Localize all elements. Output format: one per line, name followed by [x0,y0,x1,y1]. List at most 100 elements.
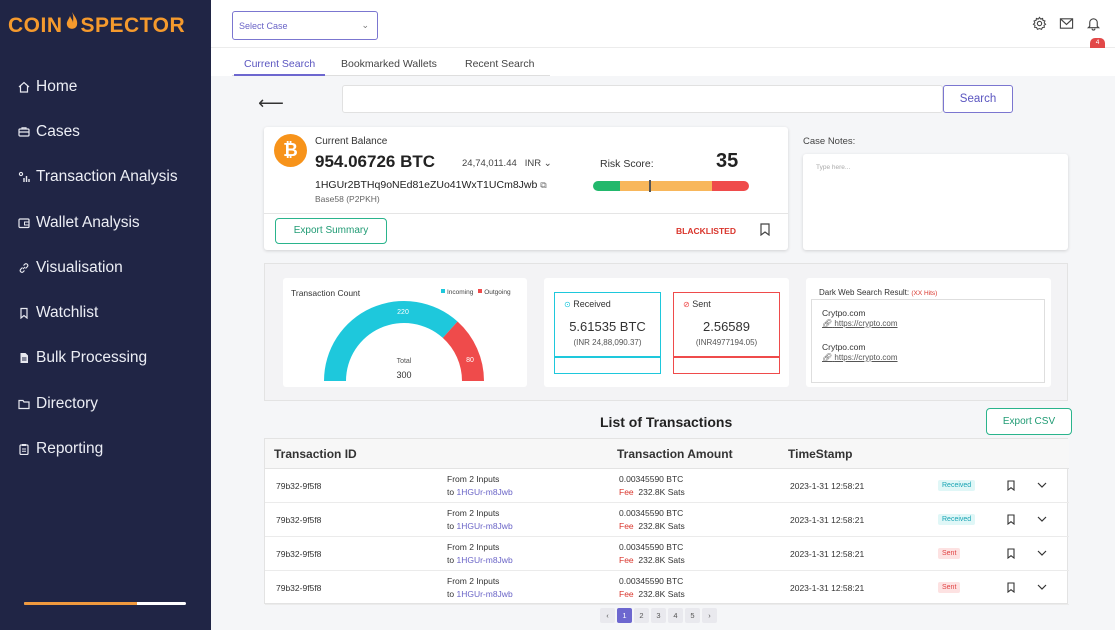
tab-bookmarked-wallets[interactable]: Bookmarked Wallets [341,58,437,74]
transaction-id[interactable]: 79b32-9f5f8 [276,481,321,491]
tab-current-search[interactable]: Current Search [234,58,326,76]
gauge-arc-incoming [324,301,458,381]
search-input[interactable] [342,85,943,113]
transaction-to-address[interactable]: 1HGUr-m8Jwb [456,487,512,497]
to-label: to [447,589,455,599]
dark-web-hits: (XX Hits) [911,290,938,297]
table-row[interactable]: 79b32-9f5f8 From 2 Inputs to 1HGUr-m8Jwb 0.… [265,469,1069,503]
bookmark-icon[interactable] [1007,548,1015,559]
table-row[interactable]: 79b32-9f5f8 From 2 Inputs to 1HGUr-m8Jwb 0.… [265,503,1069,537]
wallet-icon [17,216,30,229]
balance-inr[interactable]: 24,74,011.44 INR ⌄ [462,158,552,169]
pagination-prev-button[interactable]: ‹ [600,608,615,623]
incoming-legend-dot [441,289,445,293]
sidebar-item-home[interactable]: Home [0,64,211,109]
dark-web-result-name: Crytpo.com [822,308,866,318]
sidebar-item-watchlist[interactable]: Watchlist [0,290,211,335]
sidebar-item-label: Bulk Processing [36,349,148,367]
transaction-to-address[interactable]: 1HGUr-m8Jwb [456,521,512,531]
fee-value: 232.8K Sats [638,555,685,565]
transaction-count-legend: Incoming Outgoing [441,289,511,296]
received-header: ⊙ Received [564,299,611,309]
bookmark-icon[interactable] [760,223,770,236]
table-row[interactable]: 79b32-9f5f8 From 2 Inputs to 1HGUr-m8Jwb 0.… [265,537,1069,571]
case-notes-label: Case Notes: [803,136,856,147]
transaction-to-address[interactable]: 1HGUr-m8Jwb [456,555,512,565]
transaction-inputs: From 2 Inputs [447,542,500,552]
received-box: ⊙ Received 5.61535 BTC (INR 24,88,090.37… [554,292,661,374]
chevron-down-icon[interactable] [1037,515,1047,523]
link-icon: 🔗︎ [822,353,833,362]
tab-recent-search[interactable]: Recent Search [465,58,534,74]
chevron-down-icon[interactable] [1037,583,1047,591]
received-underline [555,356,660,358]
transaction-id[interactable]: 79b32-9f5f8 [276,549,321,559]
sidebar-nav: Home Cases Transaction Analysis Wallet A… [0,64,211,472]
sidebar-item-cases[interactable]: Cases [0,109,211,154]
bookmark-icon[interactable] [1007,582,1015,593]
pagination-page-3[interactable]: 3 [651,608,666,623]
sidebar-item-transaction-analysis[interactable]: Transaction Analysis [0,155,211,200]
sidebar-item-bulk-processing[interactable]: Bulk Processing [0,336,211,381]
transaction-id[interactable]: 79b32-9f5f8 [276,583,321,593]
balance-card: ₿ Current Balance 954.06726 BTC 24,74,01… [264,127,788,250]
balance-label: Current Balance [315,136,388,147]
dark-web-result-link[interactable]: 🔗︎ https://crypto.com [822,353,898,362]
risk-score-bar [593,181,749,191]
chevron-down-icon[interactable] [1037,481,1047,489]
sidebar-item-label: Transaction Analysis [36,168,178,186]
card-divider [264,213,788,214]
risk-segment-high [712,181,749,191]
bitcoin-icon: ₿ [274,134,307,167]
pagination-page-4[interactable]: 4 [668,608,683,623]
risk-segment-medium [620,181,712,191]
risk-score-marker [649,180,651,192]
back-arrow-icon[interactable]: ⟵ [258,93,284,114]
mail-icon[interactable] [1059,16,1074,31]
export-csv-button[interactable]: Export CSV [986,408,1072,435]
to-label: to [447,521,455,531]
dark-web-results: Crytpo.com 🔗︎ https://crypto.com Crytpo.… [811,299,1045,383]
table-row[interactable]: 79b32-9f5f8 From 2 Inputs to 1HGUr-m8Jwb 0.… [265,571,1069,605]
transaction-inputs: From 2 Inputs [447,474,500,484]
sidebar-progress-bar [24,602,186,605]
transaction-amount: 0.00345590 BTC [619,542,684,552]
transaction-to-address[interactable]: 1HGUr-m8Jwb [456,589,512,599]
pagination-next-button[interactable]: › [702,608,717,623]
gear-icon[interactable] [1032,16,1047,31]
folder-icon [17,397,30,410]
pagination-page-1[interactable]: 1 [617,608,632,623]
pagination-page-5[interactable]: 5 [685,608,700,623]
flame-icon [66,12,77,29]
sidebar-item-reporting[interactable]: Reporting [0,426,211,471]
received-icon: ⊙ [564,300,571,309]
bell-icon[interactable]: 4 [1086,16,1105,53]
bookmark-icon[interactable] [1007,514,1015,525]
transaction-id[interactable]: 79b32-9f5f8 [276,515,321,525]
topbar: Select Case ⌄ 4 [211,0,1115,53]
sidebar-item-wallet-analysis[interactable]: Wallet Analysis [0,200,211,245]
currency-select[interactable]: INR [525,158,541,169]
dark-web-result-link[interactable]: 🔗︎ https://crypto.com [822,319,898,328]
sidebar-item-label: Visualisation [36,258,123,276]
sidebar-item-directory[interactable]: Directory [0,381,211,426]
received-btc: 5.61535 BTC [569,319,646,334]
case-notes-textarea[interactable]: Type here... [803,154,1068,250]
transaction-to: to 1HGUr-m8Jwb [447,521,513,531]
sidebar-item-label: Directory [36,394,99,412]
address-type: Base58 (P2PKH) [315,194,380,204]
dark-web-result-url: https://crypto.com [834,353,898,362]
app-logo[interactable]: COIN SPECTOR [8,12,185,38]
gauge-total-label: Total [397,358,412,365]
bookmark-icon[interactable] [1007,480,1015,491]
pagination-page-2[interactable]: 2 [634,608,649,623]
sidebar-progress-fill [24,602,138,605]
export-summary-button[interactable]: Export Summary [275,218,387,244]
chevron-down-icon[interactable] [1037,549,1047,557]
copy-icon[interactable]: ⧉ [540,180,546,190]
search-button[interactable]: Search [943,85,1013,113]
gauge-total-value: 300 [396,370,411,380]
transaction-inputs: From 2 Inputs [447,576,500,586]
sidebar-item-visualisation[interactable]: Visualisation [0,245,211,290]
case-select-dropdown[interactable]: Select Case ⌄ [232,11,378,40]
